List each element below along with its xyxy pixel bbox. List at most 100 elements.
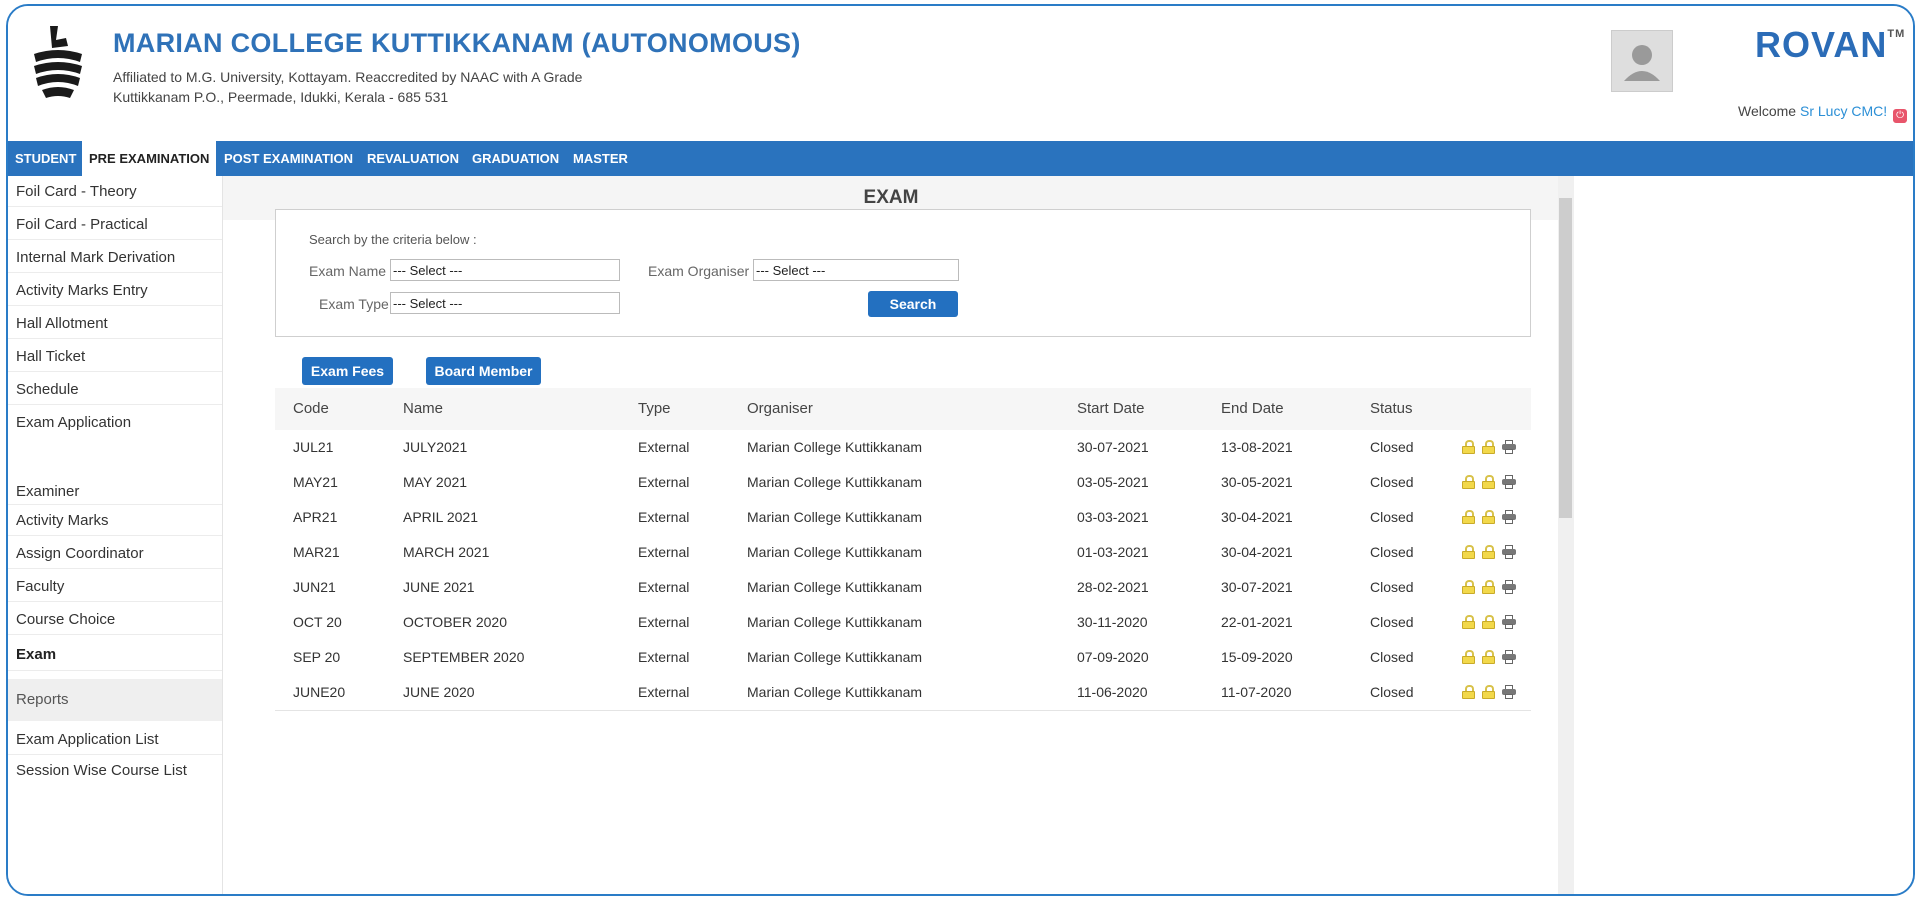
sidebar-item-hall-ticket[interactable]: Hall Ticket	[8, 341, 222, 372]
sidebar-item-exam-application-list[interactable]: Exam Application List	[8, 721, 222, 755]
lock-icon[interactable]	[1482, 615, 1495, 629]
lock-icon[interactable]	[1462, 545, 1475, 559]
sidebar-item-course-choice[interactable]: Course Choice	[8, 604, 222, 635]
lock-icon[interactable]	[1462, 615, 1475, 629]
affiliation-line: Affiliated to M.G. University, Kottayam.…	[113, 69, 583, 85]
sidebar-item-hall-allotment[interactable]: Hall Allotment	[8, 308, 222, 339]
lock-icon[interactable]	[1462, 510, 1475, 524]
cell-end-date: 30-04-2021	[1221, 509, 1293, 525]
column-header-name[interactable]: Name	[403, 388, 443, 430]
print-icon[interactable]	[1502, 440, 1516, 454]
lock-icon[interactable]	[1482, 475, 1495, 489]
cell-code: OCT 20	[293, 614, 342, 630]
cell-end-date: 15-09-2020	[1221, 649, 1293, 665]
print-icon[interactable]	[1502, 615, 1516, 629]
cell-type: External	[638, 439, 690, 455]
app-window: MARIAN COLLEGE KUTTIKKANAM (AUTONOMOUS) …	[6, 4, 1915, 896]
lock-icon[interactable]	[1462, 580, 1475, 594]
nav-post-examination[interactable]: POST EXAMINATION	[217, 141, 360, 176]
table-row[interactable]: MAR21 MARCH 2021 External Marian College Ku…	[275, 535, 1531, 571]
cell-start-date: 03-03-2021	[1077, 509, 1149, 525]
exam-type-select[interactable]: --- Select ---	[390, 292, 620, 314]
lock-icon[interactable]	[1482, 440, 1495, 454]
sidebar-item-internal-mark-derivation[interactable]: Internal Mark Derivation	[8, 242, 222, 273]
cell-organiser: Marian College Kuttikkanam	[747, 579, 923, 595]
sidebar-item-schedule[interactable]: Schedule	[8, 374, 222, 405]
scrollbar-thumb[interactable]	[1559, 198, 1572, 518]
lock-icon[interactable]	[1462, 650, 1475, 664]
exam-fees-button[interactable]: Exam Fees	[302, 357, 393, 385]
cell-end-date: 30-05-2021	[1221, 474, 1293, 490]
column-header-end-date[interactable]: End Date	[1221, 388, 1284, 430]
nav-student[interactable]: STUDENT	[8, 141, 83, 176]
cell-code: JUL21	[293, 439, 334, 455]
logout-icon[interactable]: ⏻	[1893, 109, 1908, 123]
lock-icon[interactable]	[1462, 440, 1475, 454]
print-icon[interactable]	[1502, 475, 1516, 489]
print-icon[interactable]	[1502, 510, 1516, 524]
user-avatar[interactable]	[1611, 30, 1673, 92]
nav-graduation[interactable]: GRADUATION	[465, 141, 566, 176]
row-actions	[1462, 510, 1522, 526]
user-name-link[interactable]: Sr Lucy CMC!	[1800, 103, 1887, 119]
print-icon[interactable]	[1502, 580, 1516, 594]
sidebar-item-examiner[interactable]: Examiner	[8, 473, 222, 505]
sidebar-item-foil-card-practical[interactable]: Foil Card - Practical	[8, 209, 222, 240]
table-row[interactable]: OCT 20 OCTOBER 2020 External Marian College…	[275, 605, 1531, 641]
column-header-type[interactable]: Type	[638, 388, 671, 430]
sidebar-item-faculty[interactable]: Faculty	[8, 571, 222, 602]
sidebar-item-foil-card-theory[interactable]: Foil Card - Theory	[8, 176, 222, 207]
column-header-organiser[interactable]: Organiser	[747, 388, 813, 430]
nav-pre-examination[interactable]: PRE EXAMINATION	[82, 141, 217, 176]
search-caption: Search by the criteria below :	[309, 232, 477, 247]
cell-name: SEPTEMBER 2020	[403, 649, 525, 665]
cell-name: JULY2021	[403, 439, 468, 455]
sidebar-item-activity-marks-entry[interactable]: Activity Marks Entry	[8, 275, 222, 306]
nav-master[interactable]: MASTER	[566, 141, 635, 176]
column-header-status[interactable]: Status	[1370, 388, 1413, 430]
welcome-text: Welcome Sr Lucy CMC! ⏻	[1738, 103, 1908, 123]
exam-organiser-select[interactable]: --- Select ---	[753, 259, 959, 281]
lock-icon[interactable]	[1482, 650, 1495, 664]
sidebar-item-activity-marks[interactable]: Activity Marks	[8, 505, 222, 536]
address-line: Kuttikkanam P.O., Peermade, Idukki, Kera…	[113, 89, 449, 105]
column-header-start-date[interactable]: Start Date	[1077, 388, 1145, 430]
print-icon[interactable]	[1502, 650, 1516, 664]
cell-code: JUNE20	[293, 684, 346, 700]
row-actions	[1462, 685, 1522, 701]
lock-icon[interactable]	[1482, 510, 1495, 524]
table-row[interactable]: APR21 APRIL 2021 External Marian College Ku…	[275, 500, 1531, 536]
cell-status: Closed	[1370, 649, 1414, 665]
lock-icon[interactable]	[1482, 545, 1495, 559]
print-icon[interactable]	[1502, 545, 1516, 559]
row-actions	[1462, 475, 1522, 491]
cell-start-date: 28-02-2021	[1077, 579, 1149, 595]
nav-revaluation[interactable]: REVALUATION	[360, 141, 466, 176]
sidebar-item-assign-coordinator[interactable]: Assign Coordinator	[8, 538, 222, 569]
table-row[interactable]: JUL21 JULY2021 External Marian College Kutt…	[275, 430, 1531, 466]
row-actions	[1462, 440, 1522, 456]
cell-start-date: 01-03-2021	[1077, 544, 1149, 560]
cell-type: External	[638, 579, 690, 595]
exam-name-select[interactable]: --- Select ---	[390, 259, 620, 281]
table-row[interactable]: JUN21 JUNE 2021 External Marian College Kut…	[275, 570, 1531, 606]
main-content: EXAM Search by the criteria below : Exam…	[223, 176, 1913, 894]
lock-icon[interactable]	[1462, 685, 1475, 699]
lock-icon[interactable]	[1482, 685, 1495, 699]
search-button[interactable]: Search	[868, 291, 958, 317]
row-actions	[1462, 580, 1522, 596]
cell-type: External	[638, 614, 690, 630]
table-row[interactable]: JUNE20 JUNE 2020 External Marian College Ku…	[275, 675, 1531, 711]
table-row[interactable]: MAY21 MAY 2021 External Marian College Kutt…	[275, 465, 1531, 501]
sidebar-item-exam[interactable]: Exam	[8, 637, 222, 671]
table-row[interactable]: SEP 20 SEPTEMBER 2020 External Marian Colle…	[275, 640, 1531, 676]
column-header-code[interactable]: Code	[293, 388, 329, 430]
sidebar-item-session-wise-course-list[interactable]: Session Wise Course List	[8, 755, 222, 786]
sidebar-item-exam-application[interactable]: Exam Application	[8, 407, 222, 438]
print-icon[interactable]	[1502, 685, 1516, 699]
lock-icon[interactable]	[1462, 475, 1475, 489]
board-member-button[interactable]: Board Member	[426, 357, 541, 385]
table-header: Code Name Type Organiser Start Date End …	[275, 388, 1531, 430]
lock-icon[interactable]	[1482, 580, 1495, 594]
cell-type: External	[638, 684, 690, 700]
